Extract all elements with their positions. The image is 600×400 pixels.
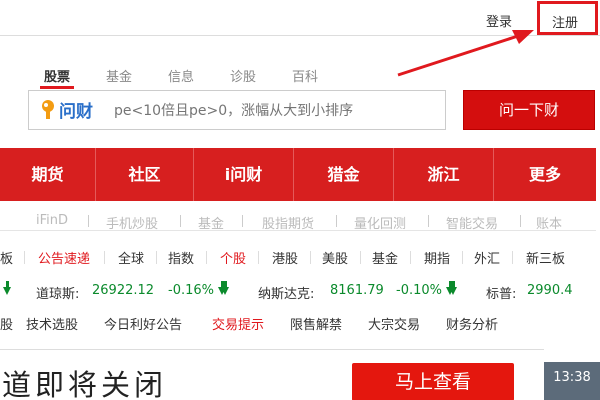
index-value: 8161.79 (330, 283, 384, 298)
register-highlight-box: 注册 (537, 1, 598, 35)
divider (462, 251, 463, 264)
divider (156, 251, 157, 264)
tool-block-trades[interactable]: 大宗交易 (368, 314, 420, 333)
link-funds[interactable]: 基金 (372, 248, 398, 267)
tab-stock-diagnosis[interactable]: 诊股 (230, 66, 292, 85)
search-category-tabs: 股票 基金 信息 诊股 百科 (44, 66, 354, 85)
search-input[interactable] (114, 99, 434, 123)
tab-wiki[interactable]: 百科 (292, 66, 354, 85)
tool-trading-tips[interactable]: 交易提示 (212, 314, 264, 333)
index-name[interactable]: 纳斯达克: (258, 283, 314, 302)
view-now-button[interactable]: 马上查看 (352, 363, 514, 400)
index-value: 26922.12 (92, 283, 155, 298)
divider (520, 215, 521, 227)
sub-nav-ifind[interactable]: iFinD (36, 213, 68, 228)
divider (206, 251, 207, 264)
main-nav: 期货 社区 i问财 猎金 浙江 更多 (0, 148, 596, 201)
divider (512, 251, 513, 264)
tool-financial-analysis[interactable]: 财务分析 (446, 314, 498, 333)
sub-nav-ledger[interactable]: 账本 (536, 213, 562, 230)
link-indices[interactable]: 指数 (168, 248, 194, 267)
link-global[interactable]: 全球 (118, 248, 144, 267)
market-links-row: 板 公告速递 全球 指数 个股 港股 美股 基金 期指 外汇 新三板 (0, 248, 600, 270)
tab-funds[interactable]: 基金 (106, 66, 168, 85)
notice-banner: 道即将关闭 马上查看 (0, 349, 544, 400)
nav-item-iwencai[interactable]: i问财 (194, 148, 294, 201)
page-root: 登录 注册 股票 基金 信息 诊股 百科 问财 问一下财 期货 社区 (0, 0, 600, 400)
divider (24, 251, 25, 264)
index-name[interactable]: 标普: (486, 283, 516, 302)
link-us-stocks[interactable]: 美股 (322, 248, 348, 267)
arrow-shaft (397, 34, 519, 77)
link-index-futures[interactable]: 期指 (424, 248, 450, 267)
banner-text: 道即将关闭 (2, 368, 168, 400)
link-announcements[interactable]: 公告速递 (38, 248, 90, 267)
link-individual-stocks[interactable]: 个股 (220, 248, 246, 267)
link-new-third-board[interactable]: 新三板 (526, 248, 565, 267)
divider (428, 215, 429, 227)
nav-item-futures[interactable]: 期货 (0, 148, 96, 201)
down-arrow-icon (0, 280, 11, 298)
nav-item-liejin[interactable]: 猎金 (294, 148, 394, 201)
divider (242, 215, 243, 227)
sub-nav-funds[interactable]: 基金 (198, 213, 224, 230)
tools-row: 股 技术选股 今日利好公告 交易提示 限售解禁 大宗交易 财务分析 (0, 314, 600, 336)
divider (88, 215, 89, 227)
sub-nav-quant-backtest[interactable]: 量化回测 (354, 213, 406, 230)
tool-positive-announcements[interactable]: 今日利好公告 (104, 314, 182, 333)
tool-restricted-shares[interactable]: 限售解禁 (290, 314, 342, 333)
register-link[interactable]: 注册 (552, 12, 578, 31)
tab-info[interactable]: 信息 (168, 66, 230, 85)
active-tab-indicator (40, 86, 74, 89)
down-arrow-icon (218, 280, 229, 298)
ask-button[interactable]: 问一下财 (463, 90, 595, 130)
nav-item-zhejiang[interactable]: 浙江 (394, 148, 494, 201)
down-arrow-icon (446, 280, 457, 298)
lightbulb-icon (42, 99, 54, 119)
search-box: 问财 (28, 90, 446, 130)
nav-item-more[interactable]: 更多 (494, 148, 596, 201)
sub-nav-smart-trading[interactable]: 智能交易 (446, 213, 498, 230)
divider (360, 251, 361, 264)
divider (258, 251, 259, 264)
index-ticker-row: 道琼斯: 26922.12 -0.16% 纳斯达克: 8161.79 -0.10… (0, 280, 600, 305)
index-name[interactable]: 道琼斯: (36, 283, 79, 302)
wencai-logo: 问财 (39, 97, 93, 122)
tool-technical-screening[interactable]: 技术选股 (26, 314, 78, 333)
login-link[interactable]: 登录 (486, 11, 512, 30)
link-hk-stocks[interactable]: 港股 (272, 248, 298, 267)
wencai-logo-text: 问财 (59, 102, 93, 122)
divider (410, 251, 411, 264)
divider (180, 215, 181, 227)
tab-stocks[interactable]: 股票 (44, 66, 106, 85)
top-bar: 登录 注册 (0, 0, 600, 36)
link-forex[interactable]: 外汇 (474, 248, 500, 267)
sub-nav-index-futures[interactable]: 股指期货 (262, 213, 314, 230)
nav-item-community[interactable]: 社区 (96, 148, 194, 201)
sub-nav-mobile-trading[interactable]: 手机炒股 (106, 213, 158, 230)
link-board[interactable]: 板 (0, 248, 13, 267)
index-value: 2990.4 (527, 283, 573, 298)
divider (310, 251, 311, 264)
divider (336, 215, 337, 227)
time-badge: 13:38 (544, 362, 600, 400)
sub-nav: iFinD 手机炒股 基金 股指期货 量化回测 智能交易 账本 (0, 201, 596, 231)
divider (104, 251, 105, 264)
tool-partial: 股 (0, 318, 14, 333)
